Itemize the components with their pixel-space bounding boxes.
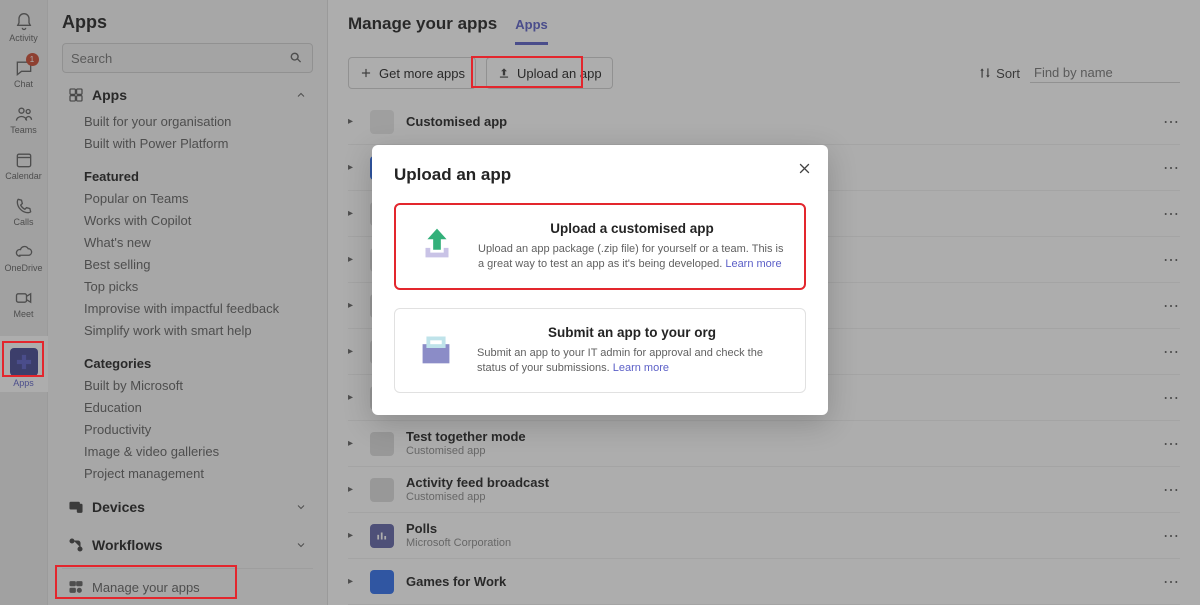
learn-more-link[interactable]: Learn more <box>725 258 781 270</box>
upload-illustration-icon <box>414 221 460 267</box>
card-title: Submit an app to your org <box>477 325 787 340</box>
card-title: Upload a customised app <box>478 221 786 236</box>
submit-illustration-icon <box>413 325 459 371</box>
upload-app-modal: Upload an app Upload a customised app Up… <box>372 145 828 415</box>
card-desc: Upload an app package (.zip file) for yo… <box>478 242 786 272</box>
learn-more-link[interactable]: Learn more <box>613 362 669 374</box>
close-icon <box>797 161 812 176</box>
card-desc: Submit an app to your IT admin for appro… <box>477 346 787 376</box>
close-button[interactable] <box>797 161 812 181</box>
modal-title: Upload an app <box>394 165 806 185</box>
submit-to-org-card[interactable]: Submit an app to your org Submit an app … <box>394 308 806 393</box>
upload-customised-app-card[interactable]: Upload a customised app Upload an app pa… <box>394 203 806 290</box>
